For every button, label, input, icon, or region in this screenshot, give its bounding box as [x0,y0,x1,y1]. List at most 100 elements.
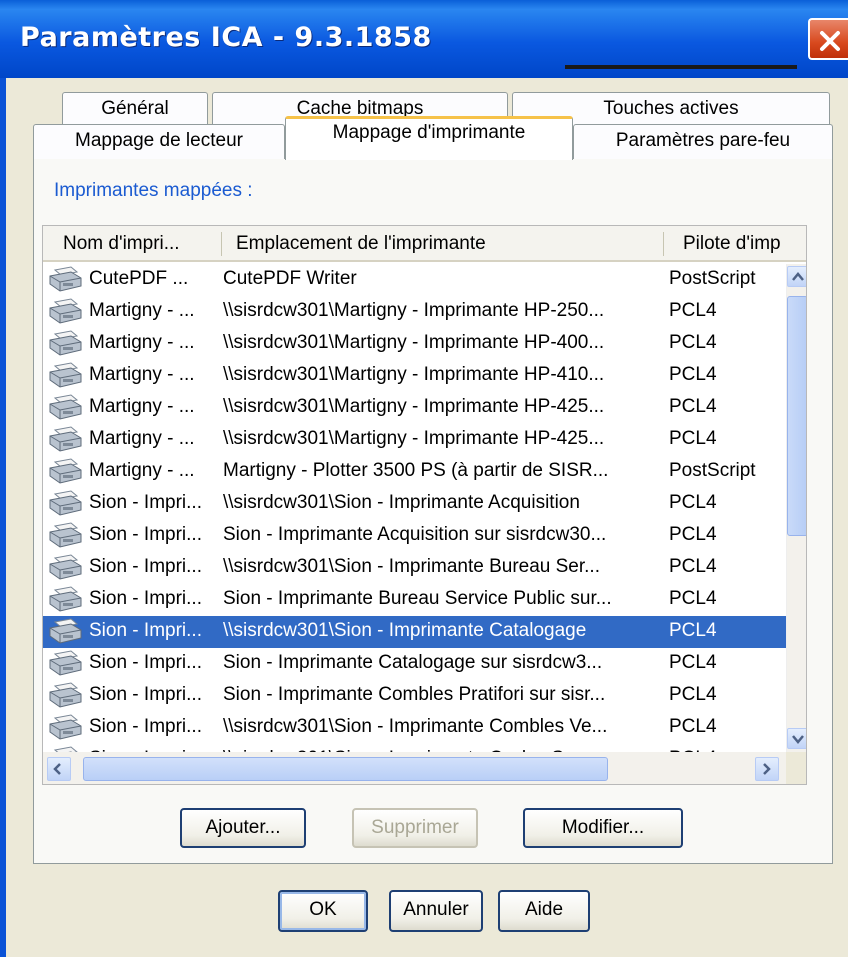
printer-location-cell: \\sisrdcw301\Sion - Imprimante Catalogag… [223,620,587,641]
ok-button[interactable]: OK [278,890,368,932]
printer-location-cell: Martigny - Plotter 3500 PS (à partir de … [223,460,609,481]
table-row[interactable]: Martigny - ... \\sisrdcw301\Martigny - Im… [43,424,786,456]
column-header-name[interactable]: Nom d'impri... [63,233,223,255]
printer-name-cell: Sion - Impri... [89,492,202,513]
table-row[interactable]: Sion - Impri... Sion - Imprimante Catalog… [43,648,786,680]
printer-driver-cell: PostScript [669,460,756,481]
table-header: Nom d'impri... Emplacement de l'impriman… [43,226,806,262]
printer-location-cell: \\sisrdcw301\Sion - Imprimante Bureau Se… [223,556,600,577]
table-row[interactable]: Sion - Impri... \\sisrdcw301\Sion - Impri… [43,712,786,744]
printer-list[interactable]: Nom d'impri... Emplacement de l'impriman… [42,225,807,785]
printer-driver-cell: PCL4 [669,524,717,545]
printer-name-cell: Sion - Impri... [89,524,202,545]
printer-driver-cell: PCL4 [669,364,717,385]
table-row[interactable]: Sion - Impri... \\sisrdcw301\Sion - Impri… [43,552,786,584]
printer-location-cell: \\sisrdcw301\Martigny - Imprimante HP-41… [223,364,605,385]
tab-mappage-imprimante[interactable]: Mappage d'imprimante [285,116,573,160]
printer-name-cell: Sion - Impri... [89,716,202,737]
modify-button[interactable]: Modifier... [523,808,683,848]
printer-icon [47,490,83,524]
scroll-down-button[interactable] [787,728,806,749]
scroll-up-button[interactable] [787,266,806,287]
printer-location-cell: \\sisrdcw301\Martigny - Imprimante HP-42… [223,396,605,417]
printer-icon [47,298,83,332]
table-rows: CutePDF ... CutePDF Writer PostScript Marti… [43,264,786,752]
printer-location-cell: \\sisrdcw301\Martigny - Imprimante HP-25… [223,300,605,321]
printer-driver-cell: PCL4 [669,588,717,609]
printer-driver-cell: PCL4 [669,300,717,321]
table-row[interactable]: Martigny - ... \\sisrdcw301\Martigny - Im… [43,392,786,424]
printer-icon [47,682,83,716]
printer-icon [47,394,83,428]
printer-name-cell: Sion - Impri... [89,684,202,705]
printer-icon [47,650,83,684]
window-title: Paramètres ICA - 9.3.1858 [20,22,432,53]
printer-icon [47,266,83,300]
chevron-right-icon [763,763,771,775]
table-row[interactable]: Sion - Impri... \\sisrdcw301\Sion - Impri… [43,616,786,648]
scroll-left-button[interactable] [47,757,71,781]
table-row[interactable]: Sion - Impri...\\sisrdcw301\Sion - Impri… [43,744,786,752]
cancel-button[interactable]: Annuler [389,890,483,932]
horizontal-scrollbar[interactable] [43,752,786,784]
printer-location-cell: Sion - Imprimante Acquisition sur sisrdc… [223,524,607,545]
printer-driver-cell: PostScript [669,268,756,289]
printer-icon [47,586,83,620]
scroll-right-button[interactable] [755,757,779,781]
printer-location-cell: Sion - Imprimante Bureau Service Public … [223,588,612,609]
table-row[interactable]: Martigny - ... Martigny - Plotter 3500 PS… [43,456,786,488]
printer-name-cell: Martigny - ... [89,428,195,449]
printer-driver-cell: PCL4 [669,396,717,417]
column-header-driver[interactable]: Pilote d'imp [683,233,803,255]
printer-name-cell: Martigny - ... [89,332,195,353]
tab-general[interactable]: Général [62,92,208,126]
help-button[interactable]: Aide [498,890,590,932]
title-bar-strip [565,65,797,69]
vertical-scroll-thumb[interactable] [787,296,806,536]
printer-driver-cell: PCL4 [669,428,717,449]
table-row[interactable]: Sion - Impri...\\sisrdcw301\Sion - Impri… [43,488,786,520]
printer-driver-cell: PCL4 [669,332,717,353]
printer-name-cell: Sion - Impri... [89,556,202,577]
printer-icon [47,362,83,396]
printer-name-cell: Martigny - ... [89,364,195,385]
column-header-location[interactable]: Emplacement de l'imprimante [236,233,666,255]
close-button[interactable] [808,18,848,60]
chevron-left-icon [53,763,61,775]
table-row[interactable]: Sion - Impri... Sion - Imprimante Acquisi… [43,520,786,552]
window-frame-left [0,78,6,957]
table-row[interactable]: Sion - Impri... Sion - Imprimante Combles… [43,680,786,712]
printer-icon [47,554,83,588]
chevron-up-icon [792,272,804,281]
tab-parametres-pare-feu[interactable]: Paramètres pare-feu [573,124,833,159]
printer-icon [47,618,83,652]
printer-name-cell: Martigny - ... [89,460,195,481]
printer-driver-cell: PCL4 [669,492,717,513]
close-icon [820,31,840,51]
printer-icon [47,714,83,748]
printer-driver-cell: PCL4 [669,684,717,705]
printer-name-cell: CutePDF ... [89,268,189,289]
printer-location-cell: CutePDF Writer [223,268,357,289]
printer-location-cell: \\sisrdcw301\Sion - Imprimante Combles V… [223,716,608,737]
printer-name-cell: Martigny - ... [89,300,195,321]
printer-name-cell: Martigny - ... [89,396,195,417]
printer-name-cell: Sion - Impri... [89,620,202,641]
tab-mappage-lecteur[interactable]: Mappage de lecteur [33,124,285,159]
table-row[interactable]: Sion - Impri... Sion - Imprimante Bureau … [43,584,786,616]
printer-driver-cell: PCL4 [669,620,717,641]
horizontal-scroll-thumb[interactable] [83,757,608,781]
table-row[interactable]: Martigny - ... \\sisrdcw301\Martigny - Im… [43,328,786,360]
table-row[interactable]: Martigny - ... \\sisrdcw301\Martigny - Im… [43,360,786,392]
table-row[interactable]: CutePDF ... CutePDF Writer PostScript [43,264,786,296]
remove-button[interactable]: Supprimer [352,808,478,848]
vertical-scrollbar[interactable] [786,264,806,752]
printer-location-cell: Sion - Imprimante Combles Pratifori sur … [223,684,606,705]
printer-driver-cell: PCL4 [669,716,717,737]
scrollbar-corner [786,752,806,784]
add-button[interactable]: Ajouter... [180,808,306,848]
printer-location-cell: \\sisrdcw301\Martigny - Imprimante HP-40… [223,332,605,353]
table-row[interactable]: Martigny - ... \\sisrdcw301\Martigny - Im… [43,296,786,328]
printer-icon [47,330,83,364]
printer-name-cell: Sion - Impri... [89,588,202,609]
